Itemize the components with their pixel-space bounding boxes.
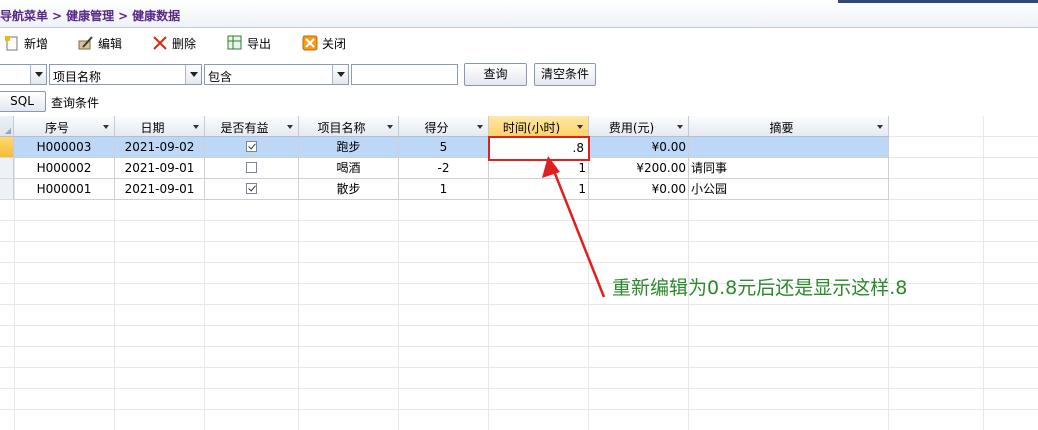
annotation-arrow-line <box>550 165 606 298</box>
annotation-arrow <box>542 156 606 298</box>
annotation-text: 重新编辑为0.8元后还是显示这样.8 <box>612 277 908 299</box>
app-window: 导航菜单 > 健康管理 > 健康数据 新增 编辑 删除 导出 关闭 项目名称 包… <box>0 0 1038 430</box>
annotation-arrow-head <box>542 156 560 178</box>
